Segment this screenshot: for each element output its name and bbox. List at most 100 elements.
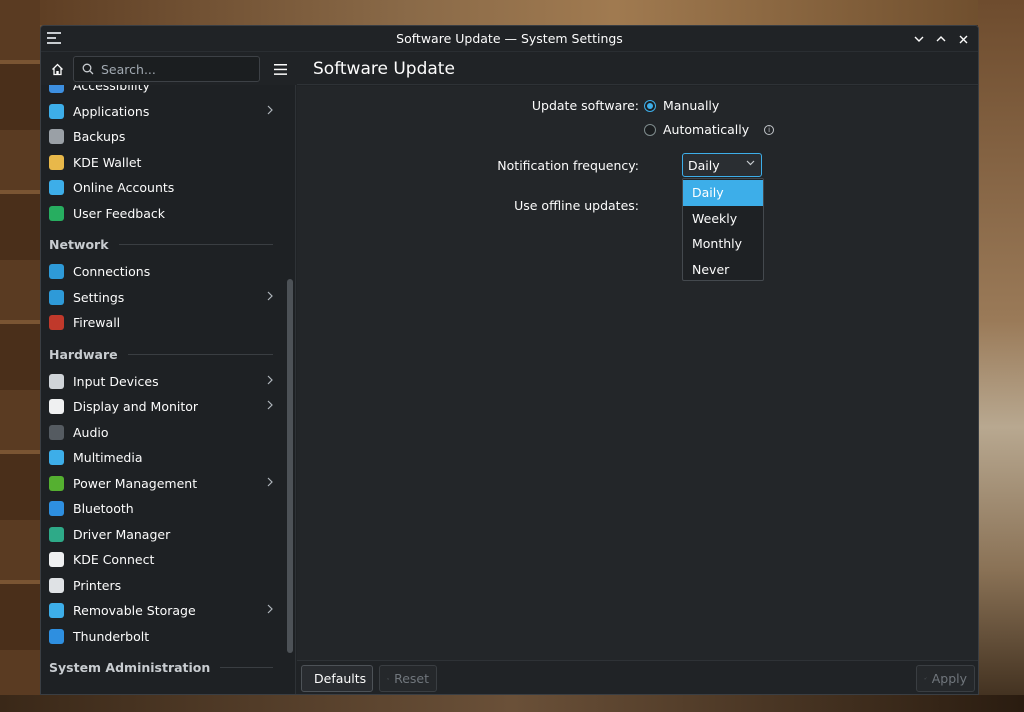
scrollbar-thumb[interactable]	[287, 279, 293, 653]
sidebar-item-label: Connections	[73, 264, 151, 280]
checkmark-icon	[924, 677, 927, 680]
search-field[interactable]	[73, 56, 260, 82]
chevron-right-icon	[267, 603, 273, 618]
app-menu-icon[interactable]	[47, 32, 61, 44]
hamburger-icon	[273, 63, 287, 75]
sidebar-item-audio[interactable]: Audio	[41, 420, 283, 446]
content-header: Software Update	[297, 53, 978, 85]
reset-label: Reset	[394, 671, 429, 686]
radio-manually-indicator[interactable]	[644, 99, 656, 112]
sidebar-list: Accessibility Applications Backups KDE Wall…	[41, 85, 283, 682]
sidebar-item-thunderbolt[interactable]: Thunderbolt	[41, 624, 283, 650]
sidebar-item-user-feedback[interactable]: User Feedback	[41, 201, 283, 227]
section-label: Hardware	[49, 346, 118, 362]
thunderbolt-icon	[49, 628, 64, 644]
window-title: Software Update — System Settings	[396, 31, 623, 46]
section-label: Network	[49, 237, 109, 252]
sidebar-item-label: KDE Connect	[73, 552, 155, 568]
chevron-right-icon	[267, 104, 273, 119]
sidebar-item-driver-manager[interactable]: Driver Manager	[41, 522, 283, 548]
sidebar-section-header: Network	[41, 226, 283, 259]
dropdown-option-monthly[interactable]: Monthly	[683, 231, 763, 257]
chevron-right-icon	[267, 399, 273, 414]
dropdown-option-daily[interactable]: Daily	[683, 180, 763, 206]
wallpaper-top	[0, 0, 1024, 25]
titlebar[interactable]: Software Update — System Settings	[41, 26, 978, 52]
section-divider	[220, 667, 273, 668]
audio-icon	[49, 424, 64, 440]
sidebar-item-connections[interactable]: Connections	[41, 259, 283, 285]
sidebar-item-online-accounts[interactable]: Online Accounts	[41, 175, 283, 201]
sidebar-item-label: Settings	[73, 289, 125, 305]
sidebar-item-input-devices[interactable]: Input Devices	[41, 369, 283, 395]
driver-icon	[49, 526, 64, 542]
backups-icon	[49, 129, 64, 145]
radio-automatically-indicator[interactable]	[644, 123, 656, 136]
sidebar-section-header: Hardware	[41, 336, 283, 369]
radio-automatically[interactable]: Automatically i	[644, 122, 775, 137]
dropdown-option-weekly[interactable]: Weekly	[683, 206, 763, 232]
sidebar: Accessibility Applications Backups KDE Wall…	[41, 85, 296, 694]
defaults-button[interactable]: Defaults	[301, 665, 373, 692]
sidebar-item-bluetooth[interactable]: Bluetooth	[41, 496, 283, 522]
chevron-right-icon	[267, 374, 273, 389]
section-divider	[119, 244, 273, 245]
sidebar-section-header: System Administration	[41, 649, 283, 682]
minimize-button[interactable]	[910, 30, 928, 48]
notification-frequency-combo[interactable]: Daily	[682, 153, 762, 177]
sidebar-item-label: Thunderbolt	[73, 628, 150, 644]
sidebar-item-removable-storage[interactable]: Removable Storage	[41, 598, 283, 624]
sidebar-item-kde-wallet[interactable]: KDE Wallet	[41, 150, 283, 176]
undo-icon	[387, 677, 389, 680]
wallpaper-bottom	[0, 695, 1024, 712]
close-button[interactable]	[954, 30, 972, 48]
chevron-down-icon	[746, 158, 755, 169]
applications-icon	[49, 103, 64, 119]
sidebar-item-label: Backups	[73, 129, 126, 145]
sidebar-item-accessibility[interactable]: Accessibility	[41, 85, 283, 99]
sidebar-item-applications[interactable]: Applications	[41, 99, 283, 125]
radio-manually[interactable]: Manually	[644, 98, 719, 113]
multimedia-icon	[49, 450, 64, 466]
sidebar-item-power-management[interactable]: Power Management	[41, 471, 283, 497]
sidebar-item-label: KDE Wallet	[73, 154, 142, 170]
bluetooth-icon	[49, 501, 64, 517]
close-icon	[959, 35, 967, 43]
reset-button[interactable]: Reset	[379, 665, 437, 692]
sidebar-item-label: User Feedback	[73, 205, 165, 221]
sidebar-item-label: Accessibility	[73, 85, 150, 94]
sidebar-item-display-and-monitor[interactable]: Display and Monitor	[41, 394, 283, 420]
hamburger-menu-button[interactable]	[270, 58, 290, 80]
content-area: Update software: Manually Automatically …	[297, 86, 978, 660]
notification-frequency-label: Notification frequency:	[497, 158, 639, 173]
defaults-label: Defaults	[314, 671, 367, 686]
radio-manually-label: Manually	[663, 98, 720, 113]
chevron-down-icon	[914, 36, 924, 42]
sidebar-header	[41, 53, 296, 85]
sidebar-item-kde-connect[interactable]: KDE Connect	[41, 547, 283, 573]
sidebar-item-firewall[interactable]: Firewall	[41, 310, 283, 336]
home-button[interactable]	[47, 58, 67, 80]
sidebar-item-label: Driver Manager	[73, 526, 171, 542]
sidebar-item-settings[interactable]: Settings	[41, 285, 283, 311]
combo-value: Daily	[688, 157, 720, 173]
sidebar-item-label: Power Management	[73, 475, 198, 491]
info-icon[interactable]: i	[764, 124, 775, 135]
search-input[interactable]	[101, 61, 251, 77]
radio-automatically-label: Automatically	[663, 122, 750, 137]
sidebar-item-label: Firewall	[73, 315, 121, 331]
sidebar-item-printers[interactable]: Printers	[41, 573, 283, 599]
dropdown-option-never[interactable]: Never	[683, 257, 763, 283]
apply-button[interactable]: Apply	[916, 665, 975, 692]
sidebar-item-label: Online Accounts	[73, 180, 175, 196]
network-settings-icon	[49, 289, 64, 305]
sidebar-item-backups[interactable]: Backups	[41, 124, 283, 150]
sidebar-scrollbar[interactable]	[287, 85, 293, 694]
sidebar-item-label: Multimedia	[73, 450, 143, 466]
maximize-button[interactable]	[932, 30, 950, 48]
sidebar-item-multimedia[interactable]: Multimedia	[41, 445, 283, 471]
sidebar-item-label: Applications	[73, 103, 150, 119]
sidebar-item-label: Audio	[73, 424, 109, 440]
section-label: System Administration	[49, 660, 211, 675]
footer-bar: Defaults Reset Apply	[297, 660, 978, 694]
